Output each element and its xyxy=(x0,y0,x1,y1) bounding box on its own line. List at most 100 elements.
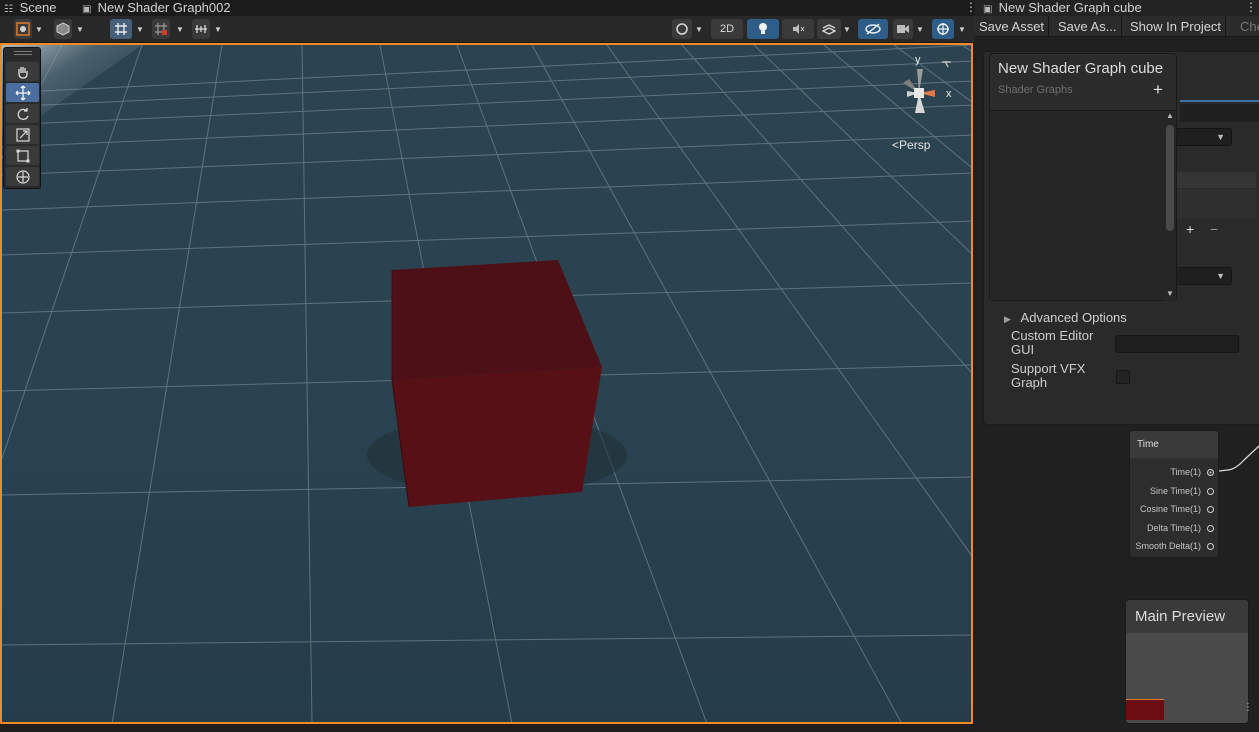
custom-editor-gui-field[interactable] xyxy=(1115,335,1239,353)
gizmo-y-label: y xyxy=(915,54,921,66)
advanced-options-foldout[interactable]: ▶ Advanced Options xyxy=(1004,310,1127,325)
increment-snap-icon[interactable] xyxy=(152,19,170,39)
gizmos-dropdown[interactable]: ▼ xyxy=(955,19,969,39)
render-mode-dropdown[interactable]: ▼ xyxy=(73,19,87,39)
shader-file-icon: ▣ xyxy=(82,4,92,15)
port-connected-icon[interactable] xyxy=(1207,468,1214,476)
audio-mute-icon[interactable] xyxy=(782,19,814,39)
draw-mode-icon[interactable] xyxy=(14,19,32,39)
effects-icon[interactable] xyxy=(817,19,841,39)
grid-snap-dropdown[interactable]: ▼ xyxy=(133,19,147,39)
gizmos-icon[interactable] xyxy=(932,19,954,39)
inspector-tab-underline xyxy=(1180,100,1259,102)
port-sine-time[interactable]: Sine Time(1) xyxy=(1150,486,1214,496)
chevron-right-icon: ▶ xyxy=(1004,314,1011,324)
increment-snap-dropdown[interactable]: ▼ xyxy=(173,19,187,39)
port-cosine-time-label: Cosine Time(1) xyxy=(1139,504,1201,514)
render-mode-icon[interactable] xyxy=(54,19,72,39)
scene-viewport[interactable]: y x <Persp xyxy=(0,43,973,724)
transform-tool-icon[interactable] xyxy=(6,167,39,186)
tab-scene[interactable]: ☷ Scene xyxy=(4,0,57,16)
blackboard-panel: New Shader Graph cube Shader Graphs + ▲ … xyxy=(989,53,1177,301)
effects-dropdown[interactable]: ▼ xyxy=(840,19,854,39)
chevron-down-icon: ▼ xyxy=(1216,271,1225,281)
two-d-toggle[interactable]: 2D xyxy=(711,19,743,39)
save-as-button[interactable]: Save As... xyxy=(1054,16,1122,37)
inspector-list-header xyxy=(1176,172,1256,188)
blackboard-property-list[interactable]: ▲ ▼ xyxy=(990,110,1176,301)
tab-shader-graph-cube[interactable]: ▣ New Shader Graph cube xyxy=(983,0,1142,16)
lock-icon[interactable] xyxy=(942,60,951,68)
port-icon[interactable] xyxy=(1207,542,1214,550)
list-add-button[interactable]: + xyxy=(1186,221,1194,237)
edge-connection xyxy=(1218,445,1259,472)
check-out-button[interactable]: Chec xyxy=(1236,16,1259,37)
save-asset-button[interactable]: Save Asset xyxy=(975,16,1050,37)
ruler-icon[interactable] xyxy=(192,19,210,39)
ruler-dropdown[interactable]: ▼ xyxy=(211,19,225,39)
port-time-label: Time(1) xyxy=(1170,467,1201,477)
grid-snap-icon[interactable] xyxy=(110,19,132,39)
main-preview-panel: Main Preview xyxy=(1125,599,1249,724)
port-smooth-delta[interactable]: Smooth Delta(1) xyxy=(1135,541,1214,551)
port-icon[interactable] xyxy=(1207,505,1214,513)
shader-graph-window: ▣ New Shader Graph cube ⋮ Save Asset Sav… xyxy=(975,0,1259,732)
hand-tool-icon[interactable] xyxy=(6,62,39,81)
inspector-dropdown[interactable]: ▼ xyxy=(1176,128,1232,146)
port-delta-time[interactable]: Delta Time(1) xyxy=(1147,523,1214,533)
tab-shader-graph-cube-label: New Shader Graph cube xyxy=(998,0,1142,15)
scene-visibility-icon[interactable] xyxy=(858,19,888,39)
scene-tools-overlay xyxy=(3,47,41,189)
scene-window: ☷ Scene ▣ New Shader Graph002 ⋮ ▼ ▼ ▼ ▼ … xyxy=(0,0,977,732)
chevron-down-icon: ▼ xyxy=(1216,132,1225,142)
scrollbar-thumb[interactable] xyxy=(1166,125,1174,231)
scale-tool-icon[interactable] xyxy=(6,125,39,144)
draw-mode-dropdown[interactable]: ▼ xyxy=(32,19,46,39)
scroll-up-icon[interactable]: ▲ xyxy=(1166,111,1174,120)
resize-handle-icon[interactable]: ⋮ xyxy=(1243,702,1253,713)
support-vfx-graph-checkbox[interactable] xyxy=(1116,370,1130,384)
move-tool-icon[interactable] xyxy=(6,83,39,102)
blackboard-subtitle: Shader Graphs xyxy=(998,84,1073,96)
port-icon[interactable] xyxy=(1207,487,1214,495)
main-preview-title: Main Preview xyxy=(1126,600,1248,633)
camera-dropdown[interactable]: ▼ xyxy=(913,19,927,39)
tab-scene-label: Scene xyxy=(19,0,57,15)
shader-graph-tabbar: ▣ New Shader Graph cube ⋮ xyxy=(975,0,1259,16)
port-icon[interactable] xyxy=(1207,524,1214,532)
chevron-left-icon: < xyxy=(892,138,900,152)
more-options-icon[interactable]: ⋮ xyxy=(1245,0,1257,14)
main-preview-canvas[interactable] xyxy=(1126,633,1248,723)
blackboard-scrollbar[interactable]: ▲ ▼ xyxy=(1164,111,1176,301)
port-cosine-time[interactable]: Cosine Time(1) xyxy=(1140,504,1214,514)
tab-shader-graph-label: New Shader Graph002 xyxy=(97,0,231,15)
grid-icon: ☷ xyxy=(4,4,13,15)
advanced-options-label: Advanced Options xyxy=(1020,310,1127,325)
scroll-down-icon[interactable]: ▼ xyxy=(1166,289,1174,298)
lighting-toggle-icon[interactable] xyxy=(747,19,779,39)
inspector-list-body xyxy=(1176,189,1256,219)
scene-tabbar: ☷ Scene ▣ New Shader Graph002 ⋮ xyxy=(0,0,977,16)
add-property-button[interactable]: + xyxy=(1153,80,1163,100)
port-time[interactable]: Time(1) xyxy=(1170,467,1214,477)
shading-mode-dropdown[interactable]: ▼ xyxy=(692,19,706,39)
support-vfx-graph-label: Support VFX Graph xyxy=(1011,361,1086,390)
port-delta-time-label: Delta Time(1) xyxy=(1146,523,1201,533)
rect-tool-icon[interactable] xyxy=(6,146,39,165)
inspector-field[interactable] xyxy=(1180,104,1259,122)
port-sine-time-label: Sine Time(1) xyxy=(1149,486,1201,496)
tab-shader-graph[interactable]: ▣ New Shader Graph002 xyxy=(82,0,231,16)
orientation-gizmo[interactable]: y x xyxy=(885,53,965,133)
gizmo-x-label: x xyxy=(946,88,952,100)
time-node-title: Time xyxy=(1130,431,1218,458)
rotate-tool-icon[interactable] xyxy=(6,104,39,123)
projection-toggle[interactable]: <Persp xyxy=(892,138,930,152)
time-node[interactable]: Time Time(1) Sine Time(1) Cosine Time(1)… xyxy=(1129,430,1219,558)
list-remove-button[interactable]: − xyxy=(1210,221,1218,237)
shading-mode-icon[interactable] xyxy=(672,19,692,39)
blackboard-title: New Shader Graph cube xyxy=(998,60,1164,77)
camera-icon[interactable] xyxy=(893,19,913,39)
show-in-project-button[interactable]: Show In Project xyxy=(1126,16,1227,37)
shader-file-icon: ▣ xyxy=(983,4,993,15)
inspector-dropdown-2[interactable]: ▼ xyxy=(1176,267,1232,285)
